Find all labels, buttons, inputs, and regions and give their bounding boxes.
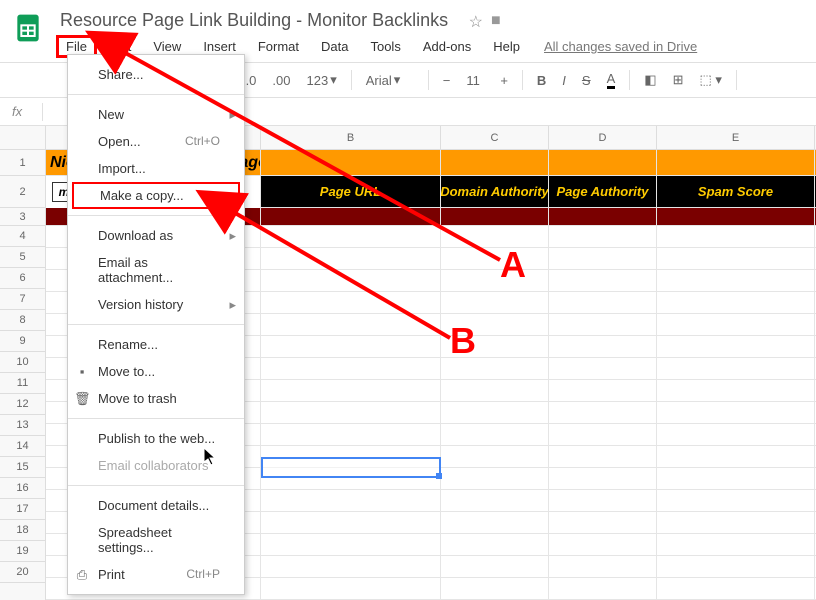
row-header[interactable]: 2: [0, 176, 45, 208]
cell[interactable]: [549, 208, 657, 226]
row-header[interactable]: 19: [0, 541, 45, 562]
menu-version-history[interactable]: Version history▸: [68, 291, 244, 318]
cell[interactable]: Domain Authority: [441, 176, 549, 208]
row-header[interactable]: 5: [0, 247, 45, 268]
app-header: Resource Page Link Building - Monitor Ba…: [0, 0, 816, 62]
menu-share[interactable]: Share...: [68, 61, 244, 88]
menu-tools[interactable]: Tools: [360, 35, 410, 58]
active-cell[interactable]: [261, 457, 441, 478]
menu-format[interactable]: Format: [248, 35, 309, 58]
row-header[interactable]: 14: [0, 436, 45, 457]
row-header[interactable]: 20: [0, 562, 45, 583]
cell[interactable]: Page URL: [261, 176, 441, 208]
cell[interactable]: [261, 208, 441, 226]
print-icon: ⎙: [74, 567, 90, 583]
bold-button[interactable]: B: [531, 69, 552, 92]
row-header[interactable]: 7: [0, 289, 45, 310]
menu-download[interactable]: Download as▸: [68, 222, 244, 249]
borders-button[interactable]: ⊞: [667, 68, 690, 92]
row-header[interactable]: 4: [0, 226, 45, 247]
menu-new[interactable]: New▸: [68, 101, 244, 128]
menu-publish[interactable]: Publish to the web...: [68, 425, 244, 452]
cell[interactable]: [549, 150, 657, 176]
font-size-increase[interactable]: +: [494, 69, 514, 92]
font-size-decrease[interactable]: −: [437, 69, 457, 92]
italic-button[interactable]: I: [556, 69, 572, 92]
col-header[interactable]: E: [657, 126, 815, 149]
cell[interactable]: Page Authority: [549, 176, 657, 208]
col-header[interactable]: C: [441, 126, 549, 149]
save-status[interactable]: All changes saved in Drive: [544, 39, 697, 54]
menu-print[interactable]: ⎙PrintCtrl+P: [68, 561, 244, 588]
chevron-right-icon: ▸: [229, 228, 236, 244]
row-header[interactable]: 16: [0, 478, 45, 499]
folder-icon: ▪: [74, 364, 90, 379]
merge-button[interactable]: ⬚ ▾: [693, 68, 727, 92]
increase-decimal[interactable]: .00: [266, 69, 296, 92]
strike-button[interactable]: S: [576, 69, 597, 92]
menu-make-copy[interactable]: Make a copy...: [72, 182, 240, 209]
cell[interactable]: [657, 208, 815, 226]
more-formats[interactable]: 123 ▾: [300, 68, 342, 92]
row-header[interactable]: 13: [0, 415, 45, 436]
menu-import[interactable]: Import...: [68, 155, 244, 182]
trash-icon: 🗑: [74, 391, 90, 407]
menu-move-to[interactable]: ▪Move to...: [68, 358, 244, 385]
fill-color-button[interactable]: ◧: [638, 68, 662, 92]
col-header[interactable]: D: [549, 126, 657, 149]
menu-email-collab: Email collaborators: [68, 452, 244, 479]
row-header[interactable]: 17: [0, 499, 45, 520]
menu-settings[interactable]: Spreadsheet settings...: [68, 519, 244, 561]
row-header[interactable]: 12: [0, 394, 45, 415]
menu-addons[interactable]: Add-ons: [413, 35, 481, 58]
menu-help[interactable]: Help: [483, 35, 530, 58]
chevron-right-icon: ▸: [229, 107, 236, 123]
font-selector[interactable]: Arial ▾: [360, 68, 420, 92]
menu-move-trash[interactable]: 🗑Move to trash: [68, 385, 244, 412]
row-header[interactable]: 8: [0, 310, 45, 331]
font-size[interactable]: 11: [460, 69, 490, 92]
cell[interactable]: [441, 208, 549, 226]
row-header[interactable]: 6: [0, 268, 45, 289]
col-header[interactable]: B: [261, 126, 441, 149]
menu-open[interactable]: Open...Ctrl+O: [68, 128, 244, 155]
menu-data[interactable]: Data: [311, 35, 358, 58]
row-header[interactable]: 3: [0, 208, 45, 226]
cell[interactable]: [657, 150, 815, 176]
menu-rename[interactable]: Rename...: [68, 331, 244, 358]
cell[interactable]: [441, 150, 549, 176]
cell[interactable]: Spam Score: [657, 176, 815, 208]
fx-label: fx: [12, 104, 22, 119]
sheets-logo[interactable]: [8, 8, 48, 48]
document-title[interactable]: Resource Page Link Building - Monitor Ba…: [56, 8, 452, 33]
fill-handle[interactable]: [436, 473, 442, 479]
menu-email-attachment[interactable]: Email as attachment...: [68, 249, 244, 291]
row-header[interactable]: 9: [0, 331, 45, 352]
row-header[interactable]: 10: [0, 352, 45, 373]
select-all-corner[interactable]: [0, 126, 45, 150]
cell[interactable]: [261, 150, 441, 176]
star-icon[interactable]: ☆: [469, 12, 483, 32]
chevron-right-icon: ▸: [229, 297, 236, 313]
row-header[interactable]: 18: [0, 520, 45, 541]
menu-doc-details[interactable]: Document details...: [68, 492, 244, 519]
text-color-button[interactable]: A: [601, 67, 622, 93]
row-header[interactable]: 11: [0, 373, 45, 394]
row-header[interactable]: 1: [0, 150, 45, 176]
row-headers: 1 2 3 4 5 6 7 8 9 10 11 12 13 14 15 16 1…: [0, 126, 46, 600]
file-menu-dropdown: Share... New▸ Open...Ctrl+O Import... Ma…: [67, 54, 245, 595]
row-header[interactable]: 15: [0, 457, 45, 478]
folder-icon[interactable]: ■: [491, 12, 501, 32]
